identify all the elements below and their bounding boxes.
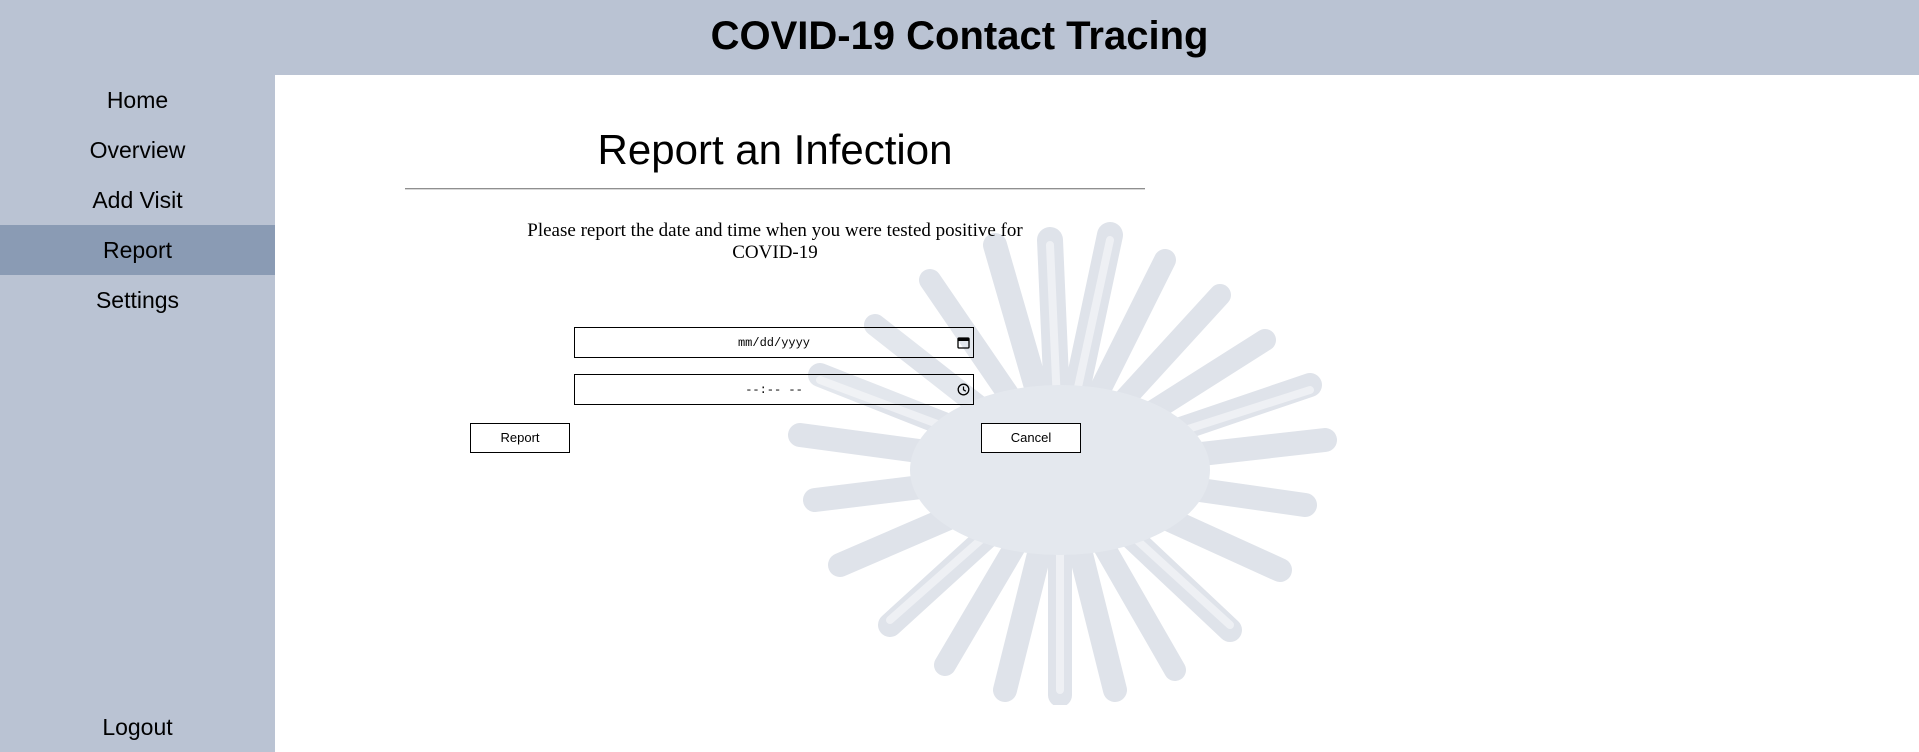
sidebar-item-home[interactable]: Home — [0, 75, 275, 125]
sidebar-item-settings[interactable]: Settings — [0, 275, 275, 325]
sidebar-item-report[interactable]: Report — [0, 225, 275, 275]
calendar-icon[interactable] — [957, 336, 970, 349]
date-placeholder: mm/dd/yyyy — [737, 336, 810, 350]
title-divider — [405, 188, 1145, 190]
sidebar-item-add-visit[interactable]: Add Visit — [0, 175, 275, 225]
sidebar-nav: Home Overview Add Visit Report Settings — [0, 75, 275, 325]
report-button[interactable]: Report — [470, 423, 570, 453]
main-content: Report an Infection Please report the da… — [275, 75, 1919, 752]
cancel-button[interactable]: Cancel — [981, 423, 1081, 453]
date-input[interactable]: mm/dd/yyyy — [574, 327, 974, 358]
sidebar-item-overview[interactable]: Overview — [0, 125, 275, 175]
time-input[interactable]: --:-- -- — [574, 374, 974, 405]
instructions-text: Please report the date and time when you… — [527, 220, 1023, 263]
logout-link[interactable]: Logout — [0, 702, 275, 752]
sidebar: Home Overview Add Visit Report Settings … — [0, 75, 275, 752]
clock-icon[interactable] — [957, 383, 970, 396]
page-title: Report an Infection — [597, 126, 953, 173]
app-title: COVID-19 Contact Tracing — [710, 14, 1209, 58]
report-form: Report an Infection Please report the da… — [405, 115, 1145, 264]
app-header: COVID-19 Contact Tracing — [0, 0, 1919, 75]
time-placeholder: --:-- -- — [745, 383, 803, 397]
virus-illustration — [788, 222, 1337, 705]
